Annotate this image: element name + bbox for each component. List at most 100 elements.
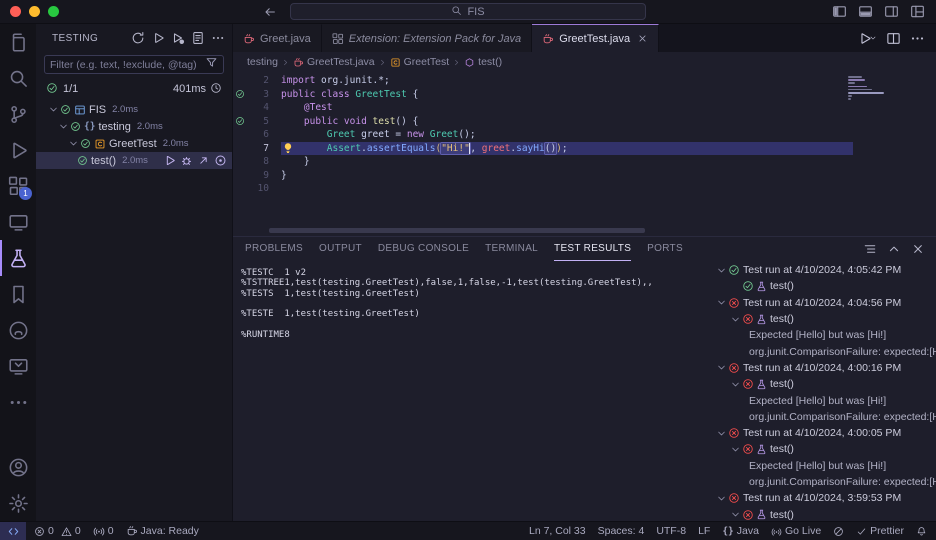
code-line-2[interactable]: 2 import org.junit.*; [233, 74, 936, 88]
test-filter-input[interactable]: Filter (e.g. text, !exclude, @tag) [44, 55, 224, 74]
test-run-row[interactable]: Test run at 4/10/2024, 4:05:42 PM [710, 262, 936, 278]
tab-extension-extension-pack-for-java[interactable]: Extension: Extension Pack for Java [321, 24, 533, 52]
code-editor[interactable]: 2 import org.junit.*; 3 public class GreetT… [233, 72, 936, 236]
minimap[interactable] [848, 75, 894, 100]
activity-search[interactable] [0, 60, 36, 96]
toggle-primary-sidebar-button[interactable] [831, 3, 848, 20]
activity-additional-views[interactable] [0, 384, 36, 420]
close-tab-icon[interactable] [637, 33, 648, 44]
panel-tab-terminal[interactable]: TERMINAL [485, 237, 538, 261]
test-message-row[interactable]: Expected [Hello] but was [Hi!] [710, 392, 936, 408]
twisty-icon[interactable] [729, 509, 742, 520]
close-window-button[interactable] [10, 6, 21, 17]
tab-greet-java[interactable]: Greet.java [233, 24, 322, 52]
activity-bookmarks[interactable] [0, 276, 36, 312]
twisty-icon[interactable] [715, 297, 728, 308]
port-forward[interactable]: 0 [93, 525, 114, 537]
activity-accounts[interactable] [0, 449, 36, 485]
remote-indicator[interactable] [0, 522, 26, 540]
code-line-7[interactable]: 7 Assert.assertEquals("Hi!", greet.sayHi… [233, 141, 936, 155]
activity-remote-window[interactable] [0, 204, 36, 240]
code-line-4[interactable]: 4 @Test [233, 101, 936, 115]
command-center-search[interactable]: FIS [290, 3, 646, 20]
twisty-icon[interactable] [729, 379, 742, 390]
twisty-icon[interactable] [57, 121, 70, 132]
test-run-row[interactable]: Test run at 4/10/2024, 4:00:16 PM [710, 360, 936, 376]
language-mode[interactable]: {} Java [722, 525, 759, 537]
toggle-panel-button[interactable] [857, 3, 874, 20]
code-line-6[interactable]: 6 Greet greet = new Greet(); [233, 128, 936, 142]
breadcrumb-testing[interactable]: testing [247, 56, 278, 68]
test-tree-item-greettest[interactable]: GreetTest 2.0ms [36, 135, 232, 152]
test-results-output[interactable]: %TESTC 1 v2 %TSTTREE1,test(testing.GreetT… [233, 261, 710, 521]
panel-tab-test-results[interactable]: TEST RESULTS [554, 237, 632, 261]
debug-test-button[interactable] [179, 153, 194, 168]
go-back-button[interactable] [262, 4, 278, 20]
exclude-indicator[interactable] [833, 526, 844, 537]
customize-layout-button[interactable] [909, 3, 926, 20]
test-case-row[interactable]: test() [710, 311, 936, 327]
run-all-tests-button[interactable] [150, 30, 166, 46]
show-test-output-button[interactable] [190, 30, 206, 46]
activity-manage[interactable] [0, 485, 36, 521]
test-message-row[interactable]: org.junit.ComparisonFailure: expected:[H… [710, 343, 936, 359]
java-status[interactable]: Java: Ready [126, 525, 199, 537]
pick-test-button[interactable] [213, 153, 228, 168]
run-java-button[interactable] [856, 30, 878, 47]
gutter-test-pass[interactable] [233, 115, 247, 129]
test-message-row[interactable]: Expected [Hello] but was [Hi!] [710, 458, 936, 474]
run-test-button[interactable] [162, 153, 177, 168]
prettier[interactable]: Prettier [856, 525, 904, 537]
gutter-test-pass[interactable] [233, 88, 247, 102]
more-view-actions-button[interactable] [210, 30, 226, 46]
debug-all-tests-button[interactable] [170, 30, 186, 46]
breadcrumb-test[interactable]: test() [464, 56, 502, 68]
tab-greettest-java[interactable]: GreetTest.java [532, 24, 660, 52]
twisty-icon[interactable] [715, 493, 728, 504]
encoding[interactable]: UTF-8 [656, 525, 686, 537]
activity-explorer[interactable] [0, 24, 36, 60]
panel-tab-problems[interactable]: PROBLEMS [245, 237, 303, 261]
panel-tab-debug-console[interactable]: DEBUG CONSOLE [378, 237, 469, 261]
test-case-row[interactable]: test() [710, 441, 936, 457]
twisty-icon[interactable] [729, 444, 742, 455]
twisty-icon[interactable] [715, 428, 728, 439]
activity-github[interactable] [0, 312, 36, 348]
code-line-9[interactable]: 9} [233, 169, 936, 183]
activity-extensions[interactable]: 1 [0, 168, 36, 204]
toggle-secondary-sidebar-button[interactable] [883, 3, 900, 20]
test-message-row[interactable]: org.junit.ComparisonFailure: expected:[H… [710, 474, 936, 490]
activity-run-and-debug[interactable] [0, 132, 36, 168]
indentation[interactable]: Spaces: 4 [598, 525, 645, 537]
test-run-row[interactable]: Test run at 4/10/2024, 3:59:53 PM [710, 490, 936, 506]
notifications[interactable] [916, 526, 927, 537]
twisty-icon[interactable] [715, 265, 728, 276]
test-case-row[interactable]: test() [710, 278, 936, 294]
activity-source-control[interactable] [0, 96, 36, 132]
twisty-icon[interactable] [47, 104, 60, 115]
twisty-icon[interactable] [729, 314, 742, 325]
breadcrumb-greettest[interactable]: GreetTest [390, 56, 449, 68]
activity-testing[interactable] [0, 240, 36, 276]
activity-remote-explorer[interactable] [0, 348, 36, 384]
eol-sequence[interactable]: LF [698, 525, 710, 537]
test-tree-item-test[interactable]: test() 2.0ms [36, 152, 232, 169]
test-case-row[interactable]: test() [710, 506, 936, 521]
test-tree-item-testing[interactable]: {} testing 2.0ms [36, 118, 232, 135]
twisty-icon[interactable] [715, 362, 728, 373]
horizontal-scrollbar[interactable] [269, 228, 645, 233]
split-editor-button[interactable] [885, 30, 902, 47]
cursor-position[interactable]: Ln 7, Col 33 [529, 525, 586, 537]
go-to-test-button[interactable] [196, 153, 211, 168]
code-line-5[interactable]: 5 public void test() { [233, 115, 936, 129]
panel-tab-ports[interactable]: PORTS [647, 237, 683, 261]
refresh-tests-button[interactable] [130, 30, 146, 46]
breadcrumb-greettest-java[interactable]: GreetTest.java [293, 56, 375, 68]
code-line-3[interactable]: 3 public class GreetTest { [233, 88, 936, 102]
test-message-row[interactable]: org.junit.ComparisonFailure: expected:[H… [710, 409, 936, 425]
code-line-10[interactable]: 10 [233, 182, 936, 196]
view-options-button[interactable] [862, 241, 878, 257]
code-line-8[interactable]: 8 } [233, 155, 936, 169]
panel-tab-output[interactable]: OUTPUT [319, 237, 362, 261]
test-run-row[interactable]: Test run at 4/10/2024, 4:00:05 PM [710, 425, 936, 441]
